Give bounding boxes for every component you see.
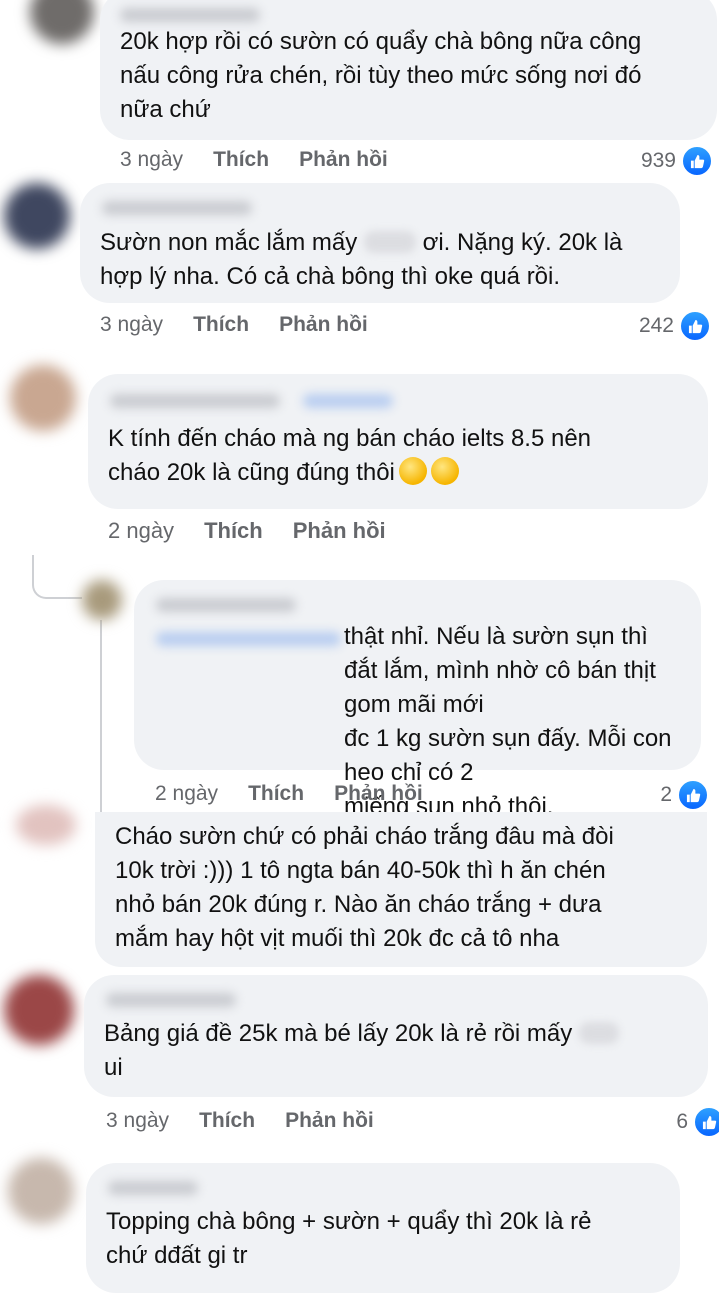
avatar[interactable] <box>4 975 74 1045</box>
reaction-count[interactable]: 2 <box>660 779 709 811</box>
comment-text: Bảng giá đề 25k mà bé lấy 20k là rẻ rồi … <box>104 1017 704 1085</box>
reply-button[interactable]: Phản hồi <box>279 313 368 337</box>
comment-text-part: Bảng giá đề 25k mà bé lấy 20k là rẻ rồi … <box>104 1020 579 1047</box>
thumbs-up-icon <box>693 1106 719 1138</box>
timestamp[interactable]: 2 ngày <box>155 782 218 806</box>
comment-text: K tính đến cháo mà ng bán cháo ielts 8.5… <box>108 422 698 490</box>
reaction-count[interactable]: 939 <box>641 145 713 177</box>
avatar[interactable] <box>16 805 76 845</box>
thread-connector <box>100 620 102 815</box>
reply-button[interactable]: Phản hồi <box>293 518 386 544</box>
commenter-name-redacted[interactable] <box>156 598 296 612</box>
thumbs-up-icon <box>679 310 711 342</box>
timestamp[interactable]: 3 ngày <box>120 148 183 172</box>
like-button[interactable]: Thích <box>248 782 304 806</box>
comment-bubble: Topping chà bông + sườn + quẩy thì 20k l… <box>86 1163 680 1293</box>
comment-text-part: ui <box>104 1054 123 1081</box>
comment-meta: 2 ngày Thích Phản hồi <box>108 518 416 544</box>
laughing-emoji-icon <box>430 457 459 485</box>
thread-connector <box>32 555 82 599</box>
reaction-count-text: 939 <box>640 149 676 172</box>
comment-text-part: Sườn non mắc lắm mấy <box>100 229 364 256</box>
reply-button[interactable]: Phản hồi <box>285 1109 374 1133</box>
comment-meta: 3 ngày Thích Phản hồi <box>106 1109 404 1133</box>
comment-bubble: Bảng giá đề 25k mà bé lấy 20k là rẻ rồi … <box>84 975 708 1097</box>
view-more-redacted[interactable] <box>303 394 393 408</box>
reaction-count-text: 2 <box>660 783 672 806</box>
thumbs-up-icon <box>677 779 709 811</box>
comment-meta: 2 ngày Thích Phản hồi <box>155 782 453 806</box>
comment-text: 20k hợp rồi có sườn có quẩy chà bông nữa… <box>120 28 642 123</box>
redacted-mention[interactable] <box>363 231 416 253</box>
comment-text: Sườn non mắc lắm mấy ơi. Nặng ký. 20k là… <box>100 226 670 294</box>
timestamp[interactable]: 3 ngày <box>106 1109 169 1133</box>
like-button[interactable]: Thích <box>213 148 269 172</box>
like-button[interactable]: Thích <box>204 518 263 544</box>
comment-bubble: 20k hợp rồi có sườn có quẩy chà bông nữa… <box>100 0 717 140</box>
commenter-name-redacted[interactable] <box>106 993 236 1007</box>
comment-text: Topping chà bông + sườn + quẩy thì 20k l… <box>106 1208 592 1269</box>
timestamp[interactable]: 2 ngày <box>108 518 174 544</box>
laughing-emoji-icon <box>398 457 427 485</box>
comment-bubble: Cháo sườn chứ có phải cháo trắng đâu mà … <box>95 812 707 967</box>
reaction-count[interactable]: 242 <box>639 310 711 342</box>
reply-button[interactable]: Phản hồi <box>299 148 388 172</box>
redacted-mention[interactable] <box>578 1022 619 1044</box>
tagged-user-redacted[interactable] <box>156 632 341 646</box>
commenter-name-redacted[interactable] <box>102 201 252 215</box>
avatar[interactable] <box>30 0 94 44</box>
reaction-count-text: 242 <box>638 314 674 337</box>
thumbs-up-icon <box>681 145 713 177</box>
comment-meta: 3 ngày Thích Phản hồi <box>100 313 398 337</box>
comment-text: Cháo sườn chứ có phải cháo trắng đâu mà … <box>115 823 614 952</box>
timestamp[interactable]: 3 ngày <box>100 313 163 337</box>
avatar[interactable] <box>10 365 76 431</box>
avatar[interactable] <box>82 580 122 620</box>
comment-bubble: Sườn non mắc lắm mấy ơi. Nặng ký. 20k là… <box>80 183 680 303</box>
reaction-count[interactable]: 6 <box>676 1106 719 1138</box>
like-button[interactable]: Thích <box>199 1109 255 1133</box>
commenter-name-redacted[interactable] <box>108 1181 198 1195</box>
reply-button[interactable]: Phản hồi <box>334 782 423 806</box>
avatar[interactable] <box>8 1158 74 1224</box>
reaction-count-text: 6 <box>676 1110 688 1133</box>
comment-bubble: K tính đến cháo mà ng bán cháo ielts 8.5… <box>88 374 708 509</box>
avatar[interactable] <box>4 183 70 249</box>
commenter-name-redacted[interactable] <box>110 394 280 408</box>
commenter-name-redacted[interactable] <box>120 8 260 22</box>
comment-meta: 3 ngày Thích Phản hồi <box>120 148 418 172</box>
reply-bubble: thật nhỉ. Nếu là sườn sụn thì đắt lắm, m… <box>134 580 701 820</box>
like-button[interactable]: Thích <box>193 313 249 337</box>
comment-text-part: K tính đến cháo mà ng bán cháo ielts 8.5… <box>108 425 592 486</box>
